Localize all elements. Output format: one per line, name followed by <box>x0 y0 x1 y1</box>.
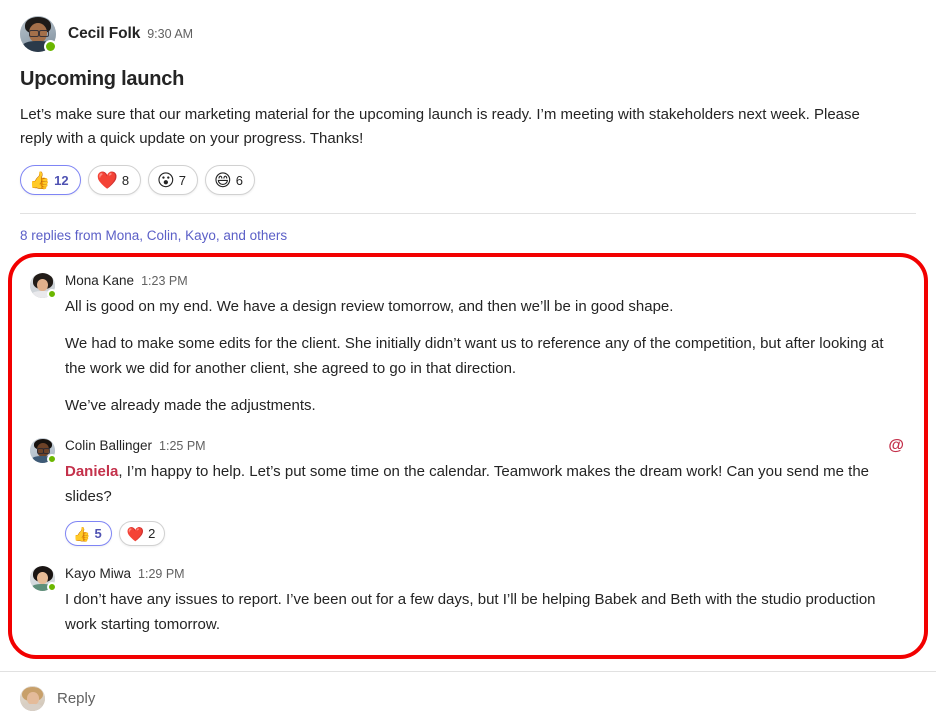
presence-badge-available <box>44 40 57 53</box>
kayo-miwa-avatar[interactable] <box>30 566 57 592</box>
reaction-count: 12 <box>54 172 69 188</box>
reply-content: Colin Ballinger 1:25 PM Daniela, I’m happy… <box>65 438 906 546</box>
reply-author-name[interactable]: Mona Kane <box>65 273 134 288</box>
reply-body: All is good on my end. We have a design … <box>65 294 906 418</box>
at-mention-icon: @ <box>888 437 904 454</box>
reply-item: Kayo Miwa 1:29 PM I don’t have any issues … <box>30 560 906 641</box>
reaction-pill-thumbs-up[interactable]: 👍 12 <box>20 165 81 195</box>
heart-emoji: ❤️ <box>96 170 118 190</box>
post-timestamp: 9:30 AM <box>147 27 194 41</box>
reply-paragraph: I don’t have any issues to report. I’ve … <box>65 591 876 633</box>
post-subject: Upcoming launch <box>20 68 185 90</box>
mention-token[interactable]: Daniela <box>65 463 118 480</box>
reply-header: Mona Kane 1:23 PM <box>65 273 906 291</box>
reply-author-name[interactable]: Kayo Miwa <box>65 566 131 581</box>
thumbs-up-emoji: 👍 <box>29 170 51 190</box>
reply-body: Daniela, I’m happy to help. Let’s put so… <box>65 459 906 509</box>
surprised-face-emoji: 😮 <box>157 170 175 190</box>
reply-body: I don’t have any issues to report. I’ve … <box>65 587 906 637</box>
replies-summary-link[interactable]: 8 replies from Mona, Colin, Kayo, and ot… <box>0 214 307 253</box>
reaction-pill-laughing-face[interactable]: 😄 6 <box>205 165 255 195</box>
reply-paragraph: All is good on my end. We have a design … <box>65 298 674 315</box>
reply-item: Colin Ballinger 1:25 PM Daniela, I’m happy… <box>30 432 906 550</box>
current-user-avatar <box>20 686 45 711</box>
reply-paragraph: Daniela, I’m happy to help. Let’s put so… <box>65 463 870 505</box>
post-body: Let’s make sure that our marketing mater… <box>20 106 860 147</box>
reaction-count: 5 <box>94 526 102 541</box>
thumbs-up-emoji: 👍 <box>73 525 91 542</box>
reply-content: Kayo Miwa 1:29 PM I don’t have any issues … <box>65 566 906 637</box>
post-author-name: Cecil Folk <box>68 25 141 42</box>
reply-timestamp: 1:25 PM <box>159 439 206 453</box>
reply-paragraph: We’ve already made the adjustments. <box>65 397 316 414</box>
reaction-pill-surprised-face[interactable]: 😮 7 <box>148 165 199 195</box>
reply-composer[interactable]: Reply <box>0 672 936 711</box>
laughing-face-emoji: 😄 <box>214 170 232 190</box>
mona-kane-avatar[interactable] <box>30 273 57 299</box>
reply-header: Kayo Miwa 1:29 PM <box>65 566 906 584</box>
heart-emoji: ❤️ <box>126 525 145 542</box>
presence-badge-available <box>47 582 57 592</box>
reply-author-name[interactable]: Colin Ballinger <box>65 438 152 453</box>
cecil-folk-avatar[interactable] <box>20 16 57 53</box>
reaction-count: 8 <box>121 172 130 188</box>
reply-input-placeholder[interactable]: Reply <box>57 690 95 707</box>
root-post: Cecil Folk 9:30 AM Upcoming launch Let’s … <box>0 0 936 214</box>
reply-item: Mona Kane 1:23 PM All is good on my end. W… <box>30 267 906 422</box>
avatar-image <box>20 686 45 711</box>
reaction-pill-thumbs-up[interactable]: 👍 5 <box>65 521 112 546</box>
replies-highlight-outline: Mona Kane 1:23 PM All is good on my end. W… <box>8 253 928 659</box>
reply-timestamp: 1:29 PM <box>138 567 185 581</box>
presence-badge-available <box>47 289 57 299</box>
reply-paragraph: We had to make some edits for the client… <box>65 335 884 377</box>
reaction-count: 7 <box>178 172 187 188</box>
presence-badge-available <box>47 454 57 464</box>
colin-ballinger-avatar[interactable] <box>30 438 57 464</box>
reaction-pill-heart[interactable]: ❤️ 8 <box>87 165 142 195</box>
reaction-count: 6 <box>235 172 243 188</box>
reply-content: Mona Kane 1:23 PM All is good on my end. W… <box>65 273 906 418</box>
author-line: Cecil Folk 9:30 AM <box>68 25 193 43</box>
reaction-count: 2 <box>148 526 156 541</box>
reply-timestamp: 1:23 PM <box>141 274 188 288</box>
reaction-pill-heart[interactable]: ❤️ 2 <box>118 521 166 546</box>
post-header: Cecil Folk 9:30 AM <box>20 16 916 53</box>
root-post-reactions: 👍 12 ❤️ 8 😮 7 😄 6 <box>20 165 916 195</box>
reply-header: Colin Ballinger 1:25 PM <box>65 438 906 456</box>
reply-reactions: 👍 5 ❤️ 2 <box>65 521 906 546</box>
